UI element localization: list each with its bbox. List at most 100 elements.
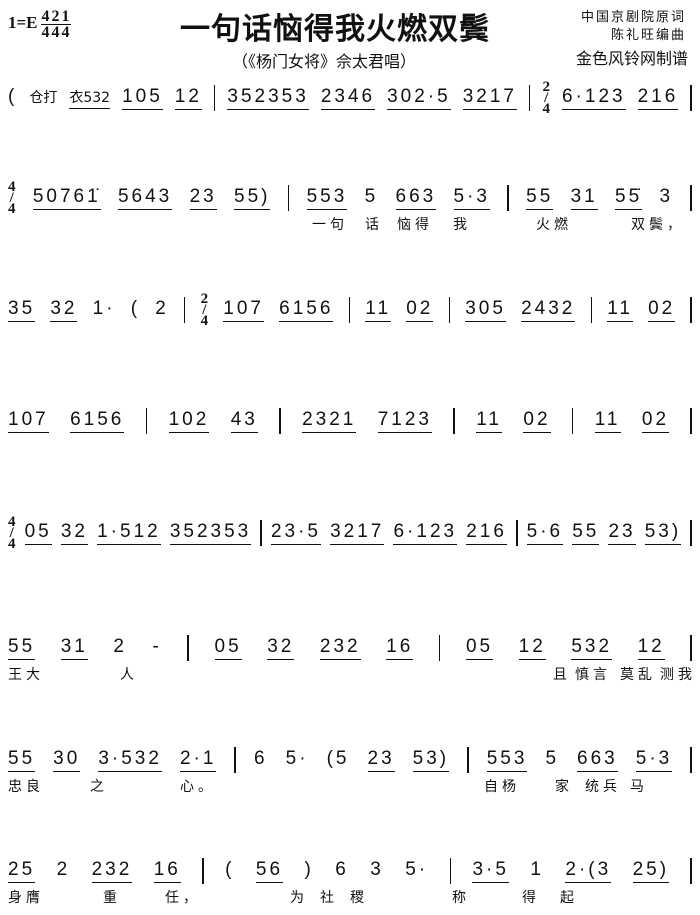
note-group: 30	[53, 748, 81, 772]
note-group: 32	[60, 521, 88, 545]
meter-denominator: 4	[41, 24, 50, 41]
note-group: 仓打	[29, 90, 58, 106]
music-system: 107 6156 102 43 2321 7123 11 02 11 02	[8, 403, 692, 439]
note-group: 25)	[632, 859, 670, 883]
music-system: (仓打 衣532 105 12 352353 2346 302·5 3217 2/4 6·123 2…	[8, 78, 692, 117]
note-group: 11	[365, 298, 392, 322]
barline	[449, 858, 452, 884]
lyric-syllable: 人	[120, 667, 138, 683]
barline	[528, 85, 531, 111]
meter-fraction: 14	[60, 9, 71, 41]
lyric-syllable: 重	[103, 890, 121, 906]
note-group: 352353	[227, 86, 309, 110]
lyric-syllable: 稷	[350, 890, 368, 906]
meter-denominator: 4	[61, 24, 70, 41]
note-group: 5643	[117, 186, 173, 210]
time-signature: 4/4	[8, 513, 16, 552]
music-system: 55 31 2 - 05 32 232 16 05 12 532 12	[8, 630, 692, 666]
note-group: 5·3	[635, 748, 673, 772]
lyric-syllable: 任，	[165, 890, 201, 906]
key-label: 1=E	[8, 13, 38, 32]
note-group: (5	[326, 748, 350, 769]
note-group: 53)	[412, 748, 450, 772]
note-group: 31	[570, 186, 598, 210]
note-group: 6156	[279, 298, 334, 322]
lyric-syllable: 身膺	[8, 890, 44, 906]
note-group: 55	[8, 748, 36, 772]
note-group: 232	[319, 636, 361, 660]
meters: 442414	[40, 6, 71, 41]
barline	[690, 85, 692, 111]
note-group: (	[225, 859, 235, 880]
note-group: 3	[370, 859, 384, 880]
note-group: 105	[122, 86, 163, 110]
note-group: 02	[641, 409, 670, 433]
music-system: 4/4 05 32 1·512 352353 23·5 3217 6·123 216 5·6 55 2…	[8, 513, 692, 552]
note-group: 23	[189, 186, 217, 210]
barline	[690, 635, 692, 661]
lyric-syllable: 恼得	[397, 217, 433, 233]
subtitle: （《杨门女将》佘太君唱）	[232, 52, 417, 71]
note-group: )	[304, 859, 314, 880]
note-group: 1·512	[97, 521, 161, 545]
lyricist-credit: 中国京剧院原词	[580, 10, 686, 25]
lyric-syllable: 忠良	[8, 779, 44, 795]
meter-fraction: 24	[50, 9, 61, 41]
lyric-syllable: 话	[365, 217, 383, 233]
note-group: 302·5	[387, 86, 451, 110]
note-group: 12	[174, 86, 202, 110]
sheet-music-page: 1=E 442414 一句话恼得我火燃双鬓 （《杨门女将》佘太君唱） 中国京剧院…	[0, 0, 700, 915]
note-group: 2	[155, 298, 169, 319]
lyric-syllable: 统兵	[585, 779, 621, 795]
note-group: 6·123	[393, 521, 458, 545]
lyric-syllable: 之	[90, 779, 108, 795]
note-group: 23	[367, 748, 395, 772]
note-group: 11	[476, 409, 502, 433]
note-group: 3217	[330, 521, 385, 545]
note-group: 16	[153, 859, 181, 883]
note-group: 3·5	[472, 859, 509, 883]
time-signature: 4/4	[8, 178, 16, 217]
note-group: 5·	[405, 859, 429, 880]
composer-credit: 陈礼旺编曲	[610, 28, 686, 43]
note-group: 02	[406, 298, 434, 322]
lyric-syllable: 测我	[660, 667, 696, 683]
note-group: 216	[466, 521, 507, 545]
note-group: 05	[465, 636, 494, 660]
note-group: 553	[486, 748, 528, 772]
note-group: 11	[607, 298, 633, 322]
barline	[213, 85, 216, 111]
note-group: 1·	[92, 298, 116, 319]
barline	[690, 858, 692, 884]
lyric-syllable: 我	[453, 217, 471, 233]
note-group: 352353	[169, 521, 252, 545]
note-group: 衣532	[69, 87, 111, 109]
barline	[187, 635, 189, 661]
note-group: 5	[545, 748, 560, 769]
note-group: 02	[648, 298, 676, 322]
lyric-syllable: 双鬓，	[631, 217, 685, 233]
time-signature: 2/4	[542, 78, 550, 117]
note-group: 11	[594, 409, 621, 433]
note-group: 55)	[234, 186, 271, 210]
barline	[448, 297, 451, 323]
lyric-syllable: 称	[452, 890, 470, 906]
barline	[590, 297, 593, 323]
page-title: 一句话恼得我火燃双鬓	[180, 12, 490, 47]
note-group: 5·	[285, 748, 309, 769]
note-group: 107	[223, 298, 264, 322]
lyric-syllable: 莫乱	[620, 667, 656, 683]
note-group: 2·1	[179, 748, 217, 772]
note-group: 55	[526, 186, 554, 210]
lyric-syllable: 心。	[180, 779, 216, 795]
note-group: 553	[306, 186, 348, 210]
barline	[690, 520, 692, 546]
barline	[260, 520, 262, 546]
note-group: 2	[113, 636, 127, 657]
note-group: 05	[24, 521, 52, 545]
note-group: 2432	[521, 298, 576, 322]
note-group: 12	[518, 636, 546, 660]
music-system: 55 30 3·532 2·1 6 5· (5 23 53) 553 5 663 5·3	[8, 742, 692, 778]
lyric-syllable: 社	[320, 890, 338, 906]
note-group: 55̇	[615, 186, 643, 210]
